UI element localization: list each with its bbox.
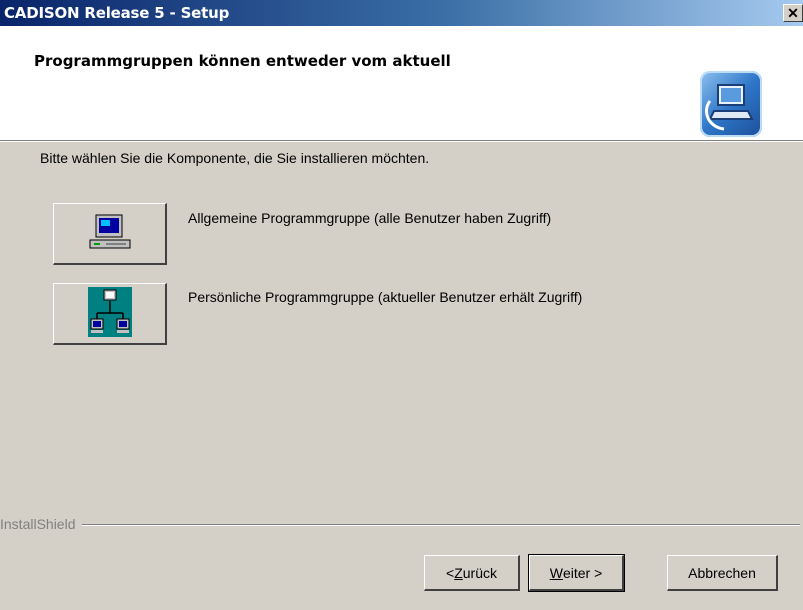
- header-panel: Programmgruppen können entweder vom aktu…: [0, 26, 803, 140]
- close-button[interactable]: ✕: [783, 4, 803, 22]
- installshield-divider: [0, 524, 800, 526]
- cancel-button-label: Abbrechen: [688, 564, 756, 581]
- cancel-button[interactable]: Abbrechen: [667, 555, 778, 591]
- setup-computer-icon: [700, 71, 762, 137]
- current-user-option-label: Persönliche Programmgruppe (aktueller Be…: [188, 289, 583, 305]
- header-title: Programmgruppen können entweder vom aktu…: [34, 52, 451, 70]
- computer-icon: [88, 213, 132, 254]
- header-separator: [0, 140, 803, 142]
- back-button-mnemonic: Z: [454, 564, 463, 581]
- back-button[interactable]: < Zurück: [424, 555, 520, 591]
- all-users-option-button[interactable]: [53, 203, 167, 265]
- next-button[interactable]: Weiter >: [528, 554, 625, 592]
- close-icon: ✕: [787, 4, 799, 21]
- window-title: CADISON Release 5 - Setup: [4, 4, 230, 22]
- title-bar: CADISON Release 5 - Setup ✕: [0, 0, 803, 26]
- all-users-option-label: Allgemeine Programmgruppe (alle Benutzer…: [188, 210, 552, 226]
- instruction-text: Bitte wählen Sie die Komponente, die Sie…: [40, 150, 430, 166]
- installshield-label: InstallShield: [0, 516, 82, 532]
- back-button-label: urück: [462, 564, 497, 581]
- network-icon: [87, 287, 132, 340]
- next-button-mnemonic: W: [549, 564, 563, 581]
- back-button-prefix: <: [446, 564, 455, 581]
- current-user-option-button[interactable]: [53, 283, 167, 345]
- next-button-label: eiter >: [562, 564, 603, 581]
